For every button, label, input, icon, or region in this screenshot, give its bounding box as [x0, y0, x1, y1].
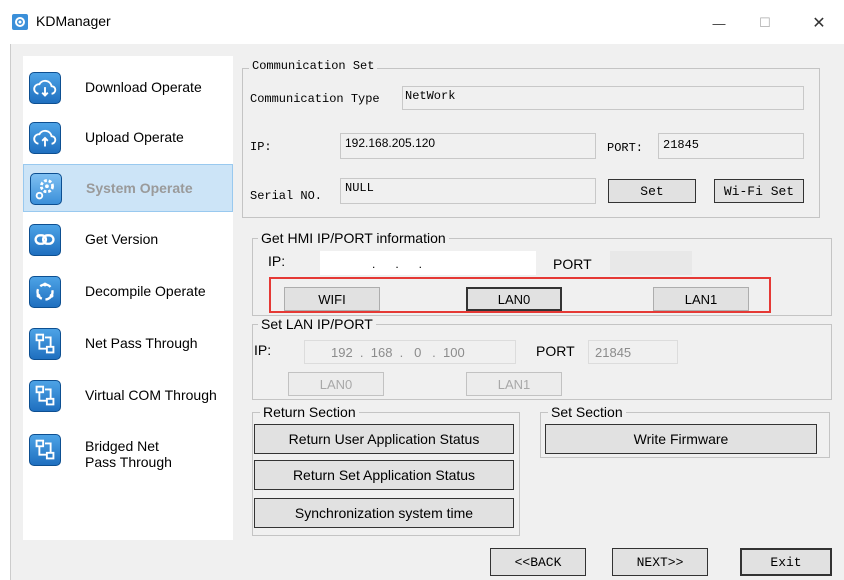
lan-ip-label: IP:: [254, 342, 272, 358]
sidebar-item-virtual-com[interactable]: Virtual COM Through: [23, 372, 233, 420]
window-title: KDManager: [36, 13, 111, 29]
sidebar-item-download[interactable]: Download Operate: [23, 64, 233, 112]
hmi-ip-label: IP:: [268, 253, 286, 269]
minimize-icon: —: [712, 15, 726, 31]
title-bar[interactable]: KDManager — ☐ ✕: [0, 0, 844, 44]
sidebar-item-label: Get Version: [85, 231, 159, 247]
maximize-icon: ☐: [759, 15, 771, 30]
wifi-set-button[interactable]: Wi-Fi Set: [714, 179, 804, 203]
write-firmware-button[interactable]: Write Firmware: [545, 424, 817, 454]
sidebar-item-label: Net Pass Through: [85, 335, 198, 351]
ip-label: IP:: [250, 140, 272, 154]
sidebar-item-version[interactable]: Get Version: [23, 216, 233, 264]
lan-ip-field[interactable]: 192 . 168 . 0 . 100: [304, 340, 516, 364]
refresh-icon: [29, 276, 61, 308]
serial-field[interactable]: NULL: [340, 178, 596, 204]
ip-field[interactable]: 192.168.205.120: [340, 133, 596, 159]
back-button[interactable]: <<BACK: [490, 548, 586, 576]
hmi-info-legend: Get HMI IP/PORT information: [258, 230, 449, 246]
sidebar-item-label: Bridged Net Pass Through: [85, 438, 172, 470]
sidebar-item-label: Virtual COM Through: [85, 387, 217, 403]
sidebar-item-bridged-net[interactable]: Bridged Net Pass Through: [23, 426, 233, 478]
network-icon: [29, 380, 61, 412]
app-gear-icon: [12, 14, 28, 30]
maximize-button[interactable]: ☐: [742, 8, 788, 38]
exit-button[interactable]: Exit: [740, 548, 832, 576]
set-lan1-button[interactable]: LAN1: [466, 372, 562, 396]
communication-type-field[interactable]: NetWork: [402, 86, 804, 110]
port-label: PORT:: [607, 141, 644, 155]
hmi-ip-field[interactable]: . . .: [320, 251, 536, 275]
sidebar-item-system[interactable]: System Operate: [23, 164, 233, 212]
cloud-upload-icon: [29, 122, 61, 154]
communication-set-legend: Communication Set: [249, 59, 378, 73]
set-button[interactable]: Set: [608, 179, 696, 203]
network-icon: [29, 328, 61, 360]
close-button[interactable]: ✕: [796, 8, 842, 38]
lan-port-label: PORT: [536, 343, 575, 359]
return-section-legend: Return Section: [260, 404, 359, 420]
sidebar-item-label: System Operate: [86, 180, 193, 196]
communication-type-label: Communication Type: [250, 92, 380, 106]
sidebar-item-decompile[interactable]: Decompile Operate: [23, 268, 233, 316]
link-icon: [29, 224, 61, 256]
set-lan-legend: Set LAN IP/PORT: [258, 316, 376, 332]
gear-icon: [30, 173, 62, 205]
close-icon: ✕: [812, 15, 826, 32]
sidebar-item-upload[interactable]: Upload Operate: [23, 114, 233, 162]
cloud-download-icon: [29, 72, 61, 104]
minimize-button[interactable]: —: [696, 8, 742, 38]
network-icon: [29, 434, 61, 466]
sidebar: Download Operate Upload Operate System O…: [23, 56, 233, 540]
hmi-port-field[interactable]: [610, 251, 692, 275]
sidebar-item-label: Download Operate: [85, 79, 202, 95]
sidebar-item-label: Upload Operate: [85, 129, 184, 145]
return-user-status-button[interactable]: Return User Application Status: [254, 424, 514, 454]
serial-label: Serial NO.: [250, 189, 323, 203]
hmi-port-label: PORT: [553, 256, 592, 272]
lan-port-field[interactable]: 21845: [588, 340, 678, 364]
highlight-box: [269, 277, 771, 313]
sync-time-button[interactable]: Synchronization system time: [254, 498, 514, 528]
set-section-legend: Set Section: [548, 404, 626, 420]
set-lan0-button[interactable]: LAN0: [288, 372, 384, 396]
port-field[interactable]: 21845: [658, 133, 804, 159]
sidebar-item-net-pass[interactable]: Net Pass Through: [23, 320, 233, 368]
next-button[interactable]: NEXT>>: [612, 548, 708, 576]
sidebar-item-label: Decompile Operate: [85, 283, 206, 299]
return-set-status-button[interactable]: Return Set Application Status: [254, 460, 514, 490]
